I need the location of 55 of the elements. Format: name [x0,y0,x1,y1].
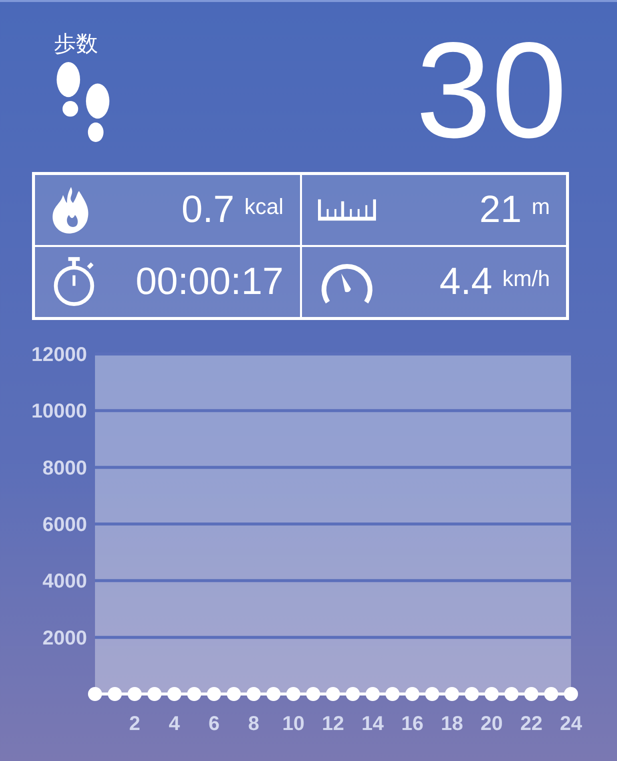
data-point [246,687,261,701]
data-point [187,687,202,701]
stat-value: 0.7 [182,188,234,232]
data-point [266,687,280,701]
data-point [504,687,518,701]
data-point [167,687,182,701]
x-axis-label: 8 [248,713,260,735]
x-axis-label: 14 [362,713,384,735]
y-axis-label: 10000 [31,400,87,423]
y-axis-label: 2000 [42,627,87,650]
y-axis-label: 4000 [42,570,87,593]
y-axis-label: 12000 [31,344,87,366]
data-point [108,687,122,701]
data-point [207,687,221,701]
stat-value: 4.4 [439,260,492,304]
y-axis-label: 8000 [42,457,87,480]
ruler-icon [318,197,376,223]
stat-unit: kcal [244,194,284,220]
x-axis-label: 16 [401,713,424,735]
steps-label: 歩数 [54,30,98,58]
x-axis-label: 2 [129,713,140,735]
data-point [88,687,102,701]
data-point [445,687,459,701]
data-point [544,687,558,701]
stat-unit: km/h [502,266,550,292]
x-axis-label: 10 [282,713,304,735]
x-axis-label: 24 [560,713,582,735]
stat-value: 21 [479,188,522,232]
data-point [405,687,420,701]
data-point [326,687,340,701]
step-count: 30 [416,30,567,144]
stat-value: 00:00:17 [136,260,284,304]
data-point [425,687,440,701]
data-point [524,687,538,701]
flame-icon [51,185,91,235]
data-point [464,687,479,701]
x-axis-label: 12 [322,713,344,735]
data-point [306,687,320,701]
data-point [366,687,380,701]
data-point [484,687,499,701]
x-axis-label: 18 [440,713,464,735]
data-point [386,687,400,701]
data-point [346,687,360,701]
data-point [564,687,578,701]
x-axis-label: 6 [208,713,220,735]
x-axis-label: 4 [168,713,180,735]
stopwatch-icon [51,256,97,308]
stat-unit: m [532,194,550,220]
y-axis-label: 6000 [42,514,87,536]
data-point [226,687,241,701]
x-axis-label: 22 [520,713,542,735]
data-point [128,687,142,701]
data-point [286,687,300,701]
x-axis-label: 20 [480,713,503,735]
data-point [148,687,162,701]
